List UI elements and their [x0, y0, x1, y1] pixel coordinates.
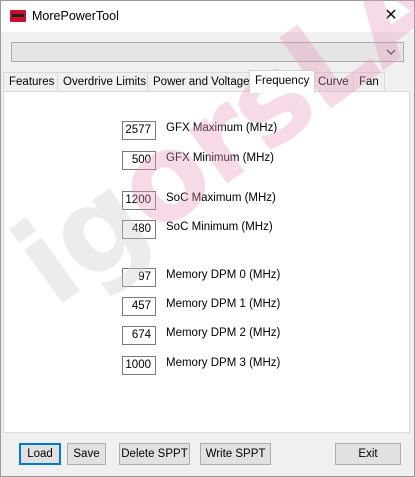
app-logo-icon: [10, 10, 26, 22]
tab-features[interactable]: Features: [3, 72, 61, 92]
tab-power-and-voltage[interactable]: Power and Voltage: [147, 72, 256, 92]
memory-dpm0-label: Memory DPM 0 (MHz): [166, 269, 281, 281]
write-sppt-button[interactable]: Write SPPT: [200, 443, 271, 465]
soc-min-input[interactable]: 480: [122, 220, 156, 239]
memory-dpm2-input[interactable]: 674: [122, 326, 156, 345]
gfx-min-label: GFX Minimum (MHz): [166, 152, 274, 164]
delete-sppt-button[interactable]: Delete SPPT: [119, 443, 190, 465]
tab-frequency[interactable]: Frequency: [249, 70, 316, 93]
save-button[interactable]: Save: [67, 443, 106, 465]
memory-dpm0-input[interactable]: 97: [122, 268, 156, 287]
tab-curve[interactable]: Curve: [312, 72, 355, 92]
gfx-max-label: GFX Maximum (MHz): [166, 122, 278, 134]
tab-overdrive-limits[interactable]: Overdrive Limits: [57, 72, 153, 92]
window-title: MorePowerTool: [32, 9, 119, 23]
close-icon[interactable]: ✕: [368, 1, 414, 32]
gfx-min-input[interactable]: 500: [122, 151, 156, 170]
chevron-down-icon: [386, 49, 396, 55]
frequency-panel: 2577 GFX Maximum (MHz) 500 GFX Minimum (…: [3, 91, 410, 433]
memory-dpm3-label: Memory DPM 3 (MHz): [166, 357, 281, 369]
tab-fan[interactable]: Fan: [353, 72, 385, 92]
memory-dpm1-label: Memory DPM 1 (MHz): [166, 298, 281, 310]
memory-dpm1-input[interactable]: 457: [122, 297, 156, 316]
gfx-max-input[interactable]: 2577: [122, 121, 156, 140]
gpu-select-dropdown[interactable]: [11, 42, 404, 62]
memory-dpm2-label: Memory DPM 2 (MHz): [166, 327, 281, 339]
load-button[interactable]: Load: [19, 443, 61, 465]
exit-button[interactable]: Exit: [335, 443, 401, 465]
soc-min-label: SoC Minimum (MHz): [166, 221, 273, 233]
app-window: MorePowerTool ✕ Features Overdrive Limit…: [0, 0, 415, 477]
memory-dpm3-input[interactable]: 1000: [122, 356, 156, 375]
title-bar[interactable]: MorePowerTool ✕: [1, 1, 414, 32]
soc-max-label: SoC Maximum (MHz): [166, 192, 276, 204]
soc-max-input[interactable]: 1200: [122, 191, 156, 210]
